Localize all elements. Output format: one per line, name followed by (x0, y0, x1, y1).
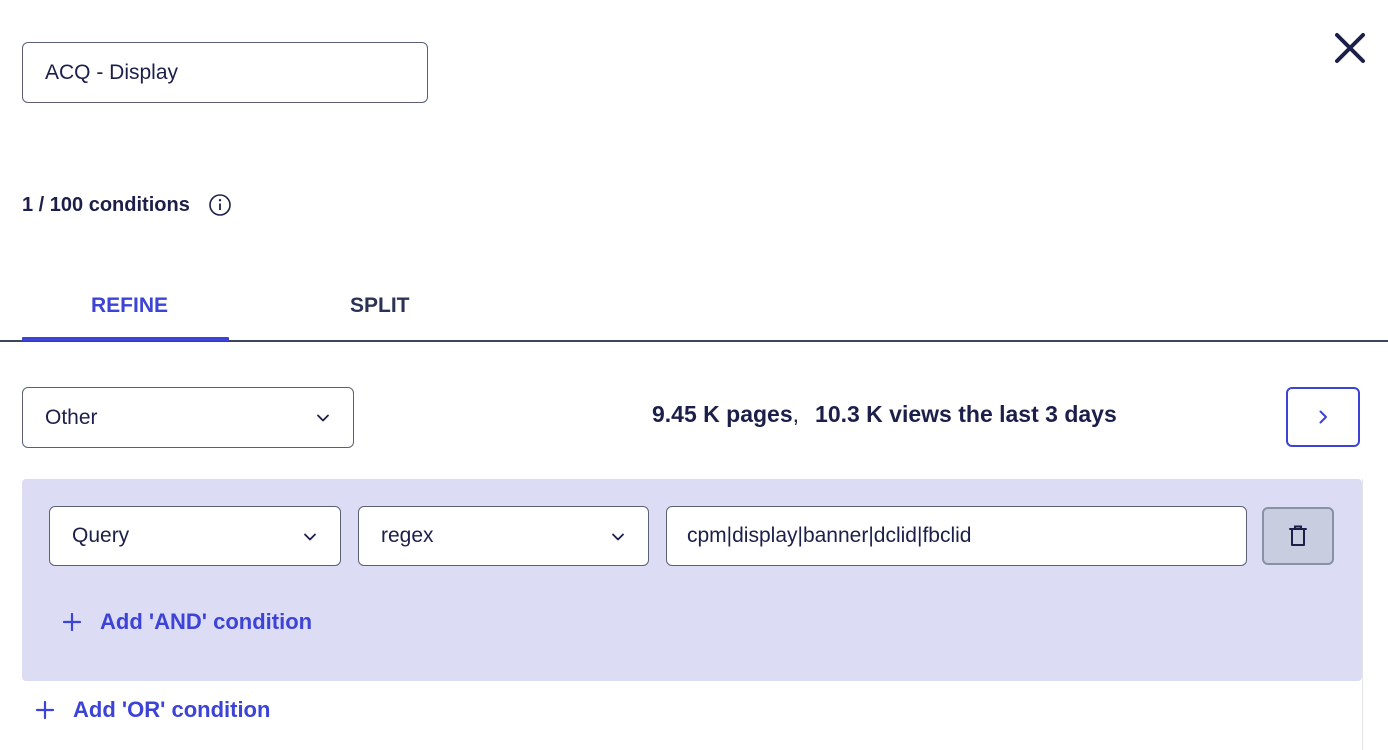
operator-select-value: regex (381, 524, 434, 547)
info-icon[interactable] (208, 193, 232, 217)
add-or-condition-label: Add 'OR' condition (73, 697, 271, 722)
category-select[interactable]: Other (22, 387, 354, 448)
pages-count: 9.45 K pages (652, 401, 793, 427)
conditions-count: 1 / 100 conditions (22, 193, 232, 217)
add-or-condition-button[interactable]: Add 'OR' condition (35, 697, 270, 723)
chevron-down-icon (317, 414, 329, 422)
field-select[interactable]: Query (49, 506, 341, 566)
plus-icon (35, 700, 55, 720)
tab-refine[interactable]: REFINE (91, 294, 168, 318)
views-count: 10.3 K views the last 3 days (815, 401, 1117, 427)
segment-name-input[interactable] (22, 42, 428, 103)
close-icon (1335, 33, 1365, 63)
add-and-condition-label: Add 'AND' condition (100, 609, 313, 634)
stats-summary: 9.45 K pages, 10.3 K views the last 3 day… (652, 401, 1117, 428)
condition-value-input[interactable] (666, 506, 1247, 566)
tab-split[interactable]: SPLIT (350, 294, 410, 318)
panel-edge (1362, 479, 1363, 750)
chevron-down-icon (612, 533, 624, 541)
trash-icon (1289, 525, 1307, 546)
category-select-value: Other (45, 405, 98, 429)
delete-condition-button[interactable] (1262, 507, 1334, 565)
condition-editor-panel: 1 / 100 conditions REFINE SPLIT Other 9.… (0, 0, 1388, 750)
close-button[interactable] (1328, 26, 1372, 70)
operator-select[interactable]: regex (358, 506, 649, 566)
next-button[interactable] (1286, 387, 1360, 447)
field-select-value: Query (72, 524, 130, 547)
stats-separator: , (792, 401, 800, 427)
conditions-count-label: 1 / 100 conditions (22, 193, 190, 216)
chevron-down-icon (304, 533, 316, 541)
chevron-right-icon (1319, 410, 1327, 424)
plus-icon (62, 612, 82, 632)
add-and-condition-button[interactable]: Add 'AND' condition (62, 609, 312, 635)
tab-bar: REFINE SPLIT (0, 280, 1388, 342)
active-tab-indicator (22, 337, 229, 341)
